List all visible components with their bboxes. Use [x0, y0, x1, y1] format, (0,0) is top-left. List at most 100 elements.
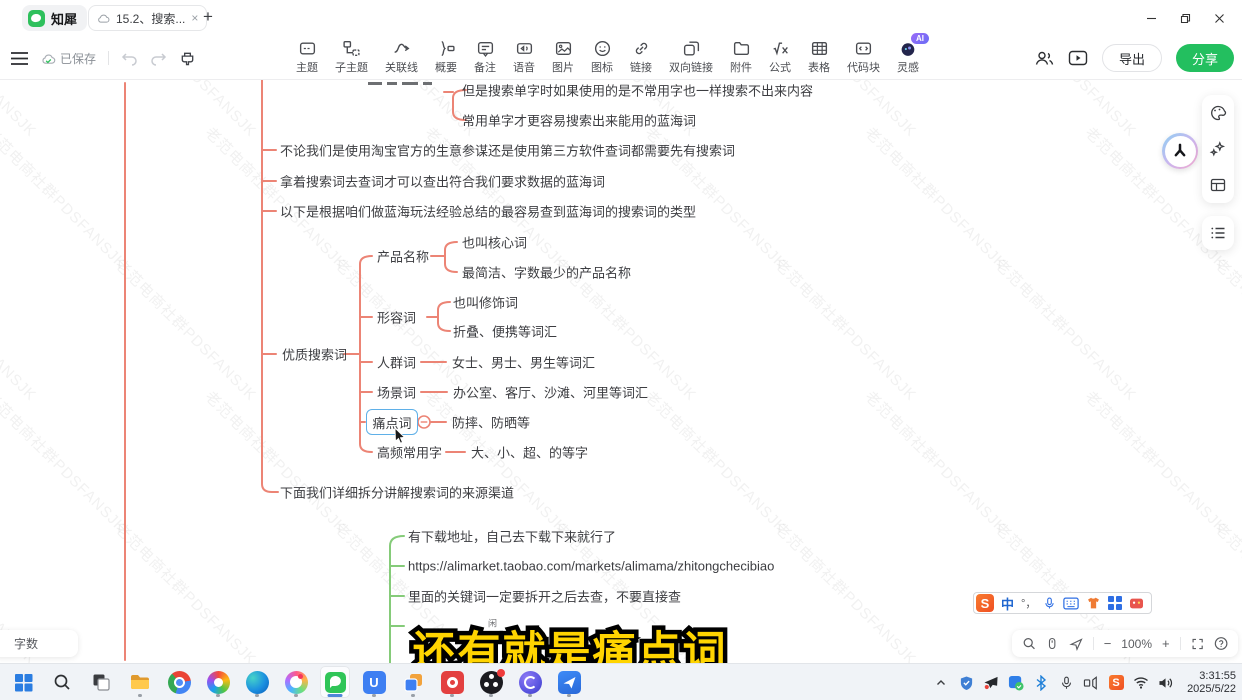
toolbar-item-image[interactable]: 图片: [552, 39, 574, 75]
zhixi-app-button[interactable]: [320, 666, 350, 698]
taskbar-clock[interactable]: 3:31:55 2025/5/22: [1183, 670, 1236, 696]
mindmap-node[interactable]: https://alimarket.taobao.com/markets/ali…: [408, 559, 774, 574]
palette-icon[interactable]: [1209, 104, 1227, 122]
mindmap-node[interactable]: 形容词: [377, 308, 416, 327]
mindmap-node[interactable]: 女士、男士、男生等词汇: [452, 353, 595, 372]
zoom-level[interactable]: 100%: [1121, 637, 1152, 651]
toolbar-item-attachment[interactable]: 附件: [730, 39, 752, 75]
mindmap-node[interactable]: 折叠、便携等词汇: [453, 322, 557, 341]
new-tab-button[interactable]: +: [198, 7, 218, 27]
tray-microphone[interactable]: [1058, 675, 1074, 691]
mindmap-node[interactable]: 不论我们是使用淘宝官方的生意参谋还是使用第三方软件查词都需要先有搜索词: [280, 141, 735, 160]
ime-emoji-tool-icon[interactable]: [1129, 597, 1144, 610]
toolbar-item-table[interactable]: 表格: [808, 39, 830, 75]
media-app-button[interactable]: [281, 666, 311, 698]
toolbar-item-subtopic[interactable]: 子主题: [335, 39, 368, 75]
mindmap-node[interactable]: 场景词: [377, 383, 416, 402]
toolbar-item-inspiration[interactable]: AI 灵感: [897, 39, 919, 75]
swirl-app-button[interactable]: [515, 666, 545, 698]
toolbar-item-bidirectional-link[interactable]: 双向链接: [669, 39, 713, 75]
tray-plane-app[interactable]: [983, 675, 999, 691]
layout-panel-icon[interactable]: [1209, 176, 1227, 194]
taskbar-search[interactable]: [47, 666, 77, 698]
file-explorer-button[interactable]: [125, 666, 155, 698]
ime-punctuation[interactable]: °，: [1021, 595, 1036, 611]
collaborators-icon[interactable]: [1034, 49, 1054, 67]
mindmap-node[interactable]: 常用单字才更容易搜索出来能用的蓝海词: [462, 111, 696, 130]
ime-toolbox-icon[interactable]: [1108, 596, 1122, 610]
mindmap-node[interactable]: 但是搜索单字时如果使用的是不常用字也一样搜索不出来内容: [462, 81, 813, 100]
edge-button[interactable]: [242, 666, 272, 698]
tray-expand-chevron[interactable]: [933, 675, 949, 691]
chrome-button[interactable]: [164, 666, 194, 698]
remote-app-button[interactable]: [398, 666, 428, 698]
share-button[interactable]: 分享: [1176, 44, 1234, 72]
tray-volume[interactable]: [1158, 675, 1174, 691]
obs-button[interactable]: [476, 666, 506, 698]
toolbar-item-voice[interactable]: 语音: [513, 39, 535, 75]
mindmap-node[interactable]: 拿着搜索词去查词才可以查出符合我们要求数据的蓝海词: [280, 172, 605, 191]
toolbar-item-link[interactable]: 链接: [630, 39, 652, 75]
mindmap-node[interactable]: 人群词: [377, 353, 416, 372]
toolbar-item-note[interactable]: 备注: [474, 39, 496, 75]
ime-mode-chinese[interactable]: 中: [1001, 594, 1014, 613]
toolbar-item-icon-sticker[interactable]: 图标: [591, 39, 613, 75]
minimize-button[interactable]: [1134, 0, 1168, 36]
video-tutorial-icon[interactable]: [1068, 49, 1088, 67]
redo-icon[interactable]: [150, 51, 167, 66]
tray-sync-app[interactable]: [1008, 675, 1024, 691]
browser-360-button[interactable]: [203, 666, 233, 698]
tray-audio-device[interactable]: [1083, 675, 1099, 691]
tray-sogou[interactable]: S: [1108, 675, 1124, 691]
export-button[interactable]: 导出: [1102, 44, 1162, 72]
toolbar-item-code-block[interactable]: 代码块: [847, 39, 880, 75]
mindmap-node[interactable]: 产品名称: [377, 247, 429, 266]
mindmap-node[interactable]: 大、小、超、的等字: [471, 443, 588, 462]
ime-keyboard-icon[interactable]: [1063, 597, 1079, 610]
ime-skin-icon[interactable]: [1086, 596, 1101, 610]
mindmap-node[interactable]: 以下是根据咱们做蓝海玩法经验总结的最容易查到蓝海词的搜索词的类型: [280, 202, 696, 221]
search-canvas-icon[interactable]: [1022, 636, 1036, 651]
outline-panel-button[interactable]: [1202, 216, 1234, 250]
document-tab[interactable]: 15.2、搜索... ×: [88, 5, 207, 31]
format-painter-icon[interactable]: [179, 50, 196, 67]
task-view-button[interactable]: [86, 666, 116, 698]
toolbar-item-theme[interactable]: 主题: [296, 39, 318, 75]
hamburger-menu-icon[interactable]: [10, 51, 29, 66]
mindmap-node[interactable]: 办公室、客厅、沙滩、河里等词汇: [453, 383, 648, 402]
u-app-button[interactable]: U: [359, 666, 389, 698]
restore-button[interactable]: [1168, 0, 1202, 36]
mindmap-node[interactable]: 也叫核心词: [462, 233, 527, 252]
mindmap-node[interactable]: 高频常用字: [377, 443, 442, 462]
mindmap-node[interactable]: 里面的关键词一定要拆开之后去查，不要直接查: [408, 587, 681, 606]
help-icon[interactable]: [1214, 636, 1228, 651]
mindmap-node[interactable]: 防摔、防晒等: [452, 413, 530, 432]
ai-assistant-button[interactable]: [1162, 133, 1198, 169]
app-home-tab[interactable]: 知犀: [22, 5, 87, 31]
tray-security-shield[interactable]: [958, 675, 974, 691]
toolbar-item-summary[interactable]: 概要: [435, 39, 457, 75]
mindmap-node[interactable]: 最简洁、字数最少的产品名称: [462, 263, 631, 282]
mindmap-node[interactable]: 有下载地址，自己去下载下来就行了: [408, 527, 616, 546]
beautify-wand-icon[interactable]: [1209, 140, 1227, 158]
tray-bluetooth[interactable]: [1033, 675, 1049, 691]
toolbar-item-relation-line[interactable]: 关联线: [385, 39, 418, 75]
recorder-app-button[interactable]: [437, 666, 467, 698]
zoom-in-button[interactable]: +: [1162, 636, 1170, 651]
drag-mode-icon[interactable]: [1046, 636, 1058, 651]
tray-wifi[interactable]: [1133, 675, 1149, 691]
toolbar-item-formula[interactable]: 公式: [769, 39, 791, 75]
start-button[interactable]: [8, 666, 38, 698]
ime-mic-icon[interactable]: [1043, 596, 1056, 611]
fullscreen-icon[interactable]: [1191, 637, 1204, 651]
mindmap-node-pain-point-selected[interactable]: 痛点词: [366, 409, 418, 435]
sogou-logo-icon[interactable]: S: [976, 594, 994, 612]
undo-icon[interactable]: [121, 51, 138, 66]
mindmap-node[interactable]: 也叫修饰词: [453, 293, 518, 312]
close-button[interactable]: [1202, 0, 1236, 36]
meeting-app-button[interactable]: [554, 666, 584, 698]
word-count-panel[interactable]: 字数: [0, 630, 78, 657]
mindmap-node-quality-keywords[interactable]: 优质搜索词: [282, 345, 347, 364]
mindmap-node[interactable]: 下面我们详细拆分讲解搜索词的来源渠道: [280, 483, 514, 502]
locate-center-icon[interactable]: [1069, 636, 1083, 651]
